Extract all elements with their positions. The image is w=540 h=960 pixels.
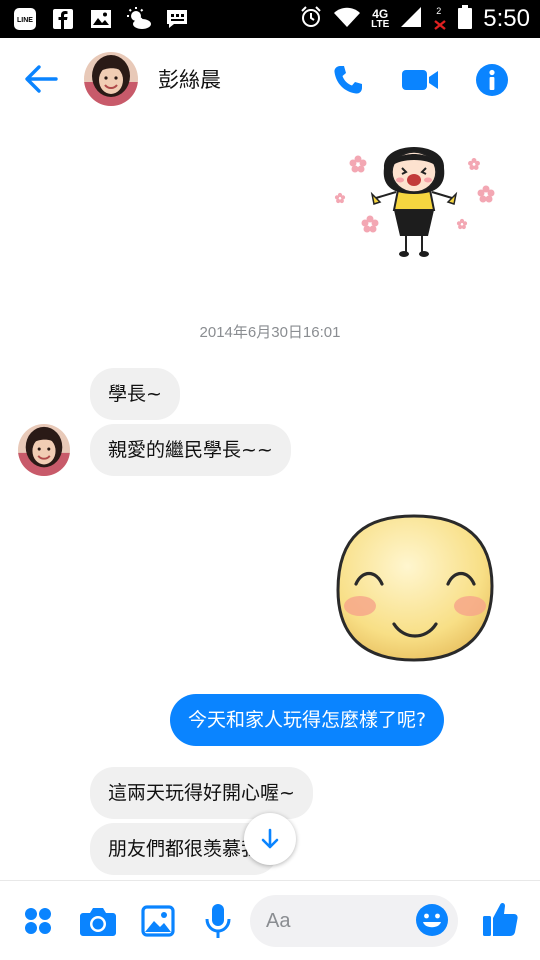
- conversation-header: 彭絲晨: [0, 38, 540, 120]
- incoming-message[interactable]: 親愛的繼民學長~~: [90, 424, 291, 476]
- thumbs-up-icon: [483, 903, 518, 936]
- contact-name[interactable]: 彭絲晨: [158, 64, 221, 94]
- sim-badge: 2: [436, 6, 442, 16]
- info-button[interactable]: [472, 60, 512, 100]
- gallery-button[interactable]: [138, 901, 178, 941]
- like-button[interactable]: [480, 899, 520, 939]
- svg-text:LINE: LINE: [17, 17, 33, 24]
- wifi-icon: [333, 6, 361, 32]
- more-button[interactable]: [18, 901, 58, 941]
- chat-notification-icon: [164, 6, 190, 32]
- weather-icon: [126, 6, 152, 32]
- more-icon: [25, 908, 51, 934]
- contact-avatar[interactable]: [84, 52, 138, 106]
- girl-sticker[interactable]: [328, 128, 504, 272]
- arrow-down-icon: [261, 828, 279, 849]
- message-timestamp: 2014年6月30日16:01: [199, 324, 341, 341]
- phone-icon: [334, 66, 362, 94]
- camera-button[interactable]: [78, 901, 118, 941]
- microphone-icon: [205, 904, 231, 938]
- status-bar: LINE 4G LTE 2 5:50: [0, 0, 540, 38]
- image-icon: [141, 905, 175, 937]
- emoji-icon: [416, 904, 448, 936]
- message-input-wrapper: [250, 895, 458, 947]
- outgoing-message[interactable]: 今天和家人玩得怎麼樣了呢?: [170, 694, 445, 746]
- battery-icon: [457, 4, 473, 34]
- no-signal-icon: 2: [433, 6, 447, 31]
- sender-avatar[interactable]: [18, 424, 70, 476]
- incoming-message[interactable]: 學長~: [90, 368, 180, 420]
- network-type: 4G LTE: [371, 7, 390, 30]
- line-icon: LINE: [12, 6, 38, 32]
- video-camera-icon: [402, 70, 438, 90]
- emoji-button[interactable]: [414, 902, 452, 940]
- smiley-sticker[interactable]: [332, 514, 498, 666]
- facebook-icon: [50, 6, 76, 32]
- back-button[interactable]: [22, 60, 60, 98]
- message-input[interactable]: [266, 907, 406, 935]
- gallery-icon: [88, 6, 114, 32]
- voice-call-button[interactable]: [328, 60, 368, 100]
- scroll-to-bottom-button[interactable]: [244, 813, 296, 865]
- video-call-button[interactable]: [400, 60, 440, 100]
- camera-icon: [80, 908, 116, 936]
- voice-message-button[interactable]: [198, 901, 238, 941]
- incoming-message[interactable]: 這兩天玩得好開心喔~: [90, 767, 313, 819]
- alarm-icon: [299, 5, 323, 33]
- status-time: 5:50: [483, 5, 530, 32]
- back-arrow-icon: [25, 65, 58, 93]
- info-icon: [476, 64, 508, 96]
- signal-icon: [399, 5, 423, 33]
- composer-bar: [0, 880, 540, 960]
